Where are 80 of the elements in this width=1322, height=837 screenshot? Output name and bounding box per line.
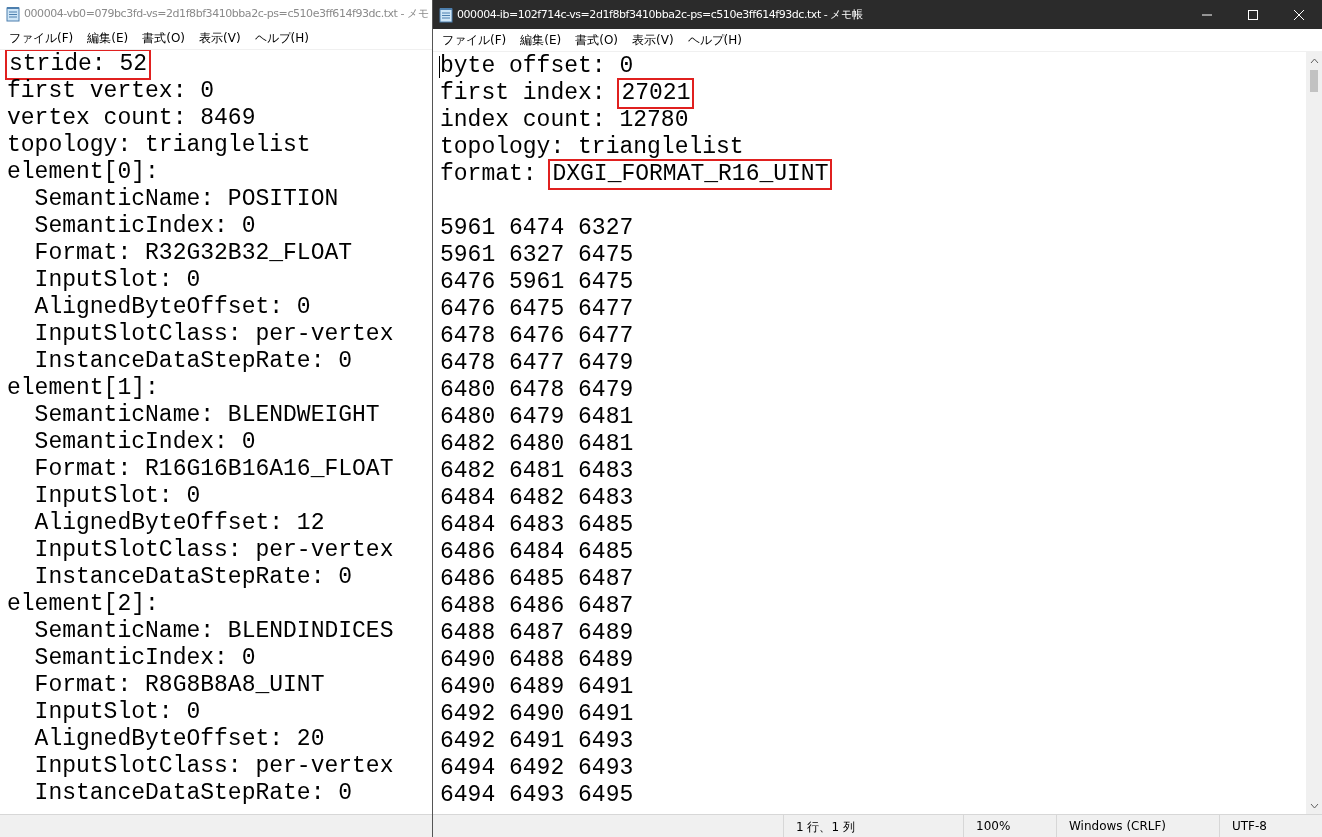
text-line: topology: trianglelist xyxy=(440,134,744,161)
text-line: AlignedByteOffset: 12 xyxy=(33,510,325,537)
text-line: element[1]: xyxy=(7,375,159,402)
text-line: 6484 6482 6483 xyxy=(440,485,634,512)
menu-item[interactable]: ヘルプ(H) xyxy=(247,27,316,49)
highlighted-text: 27021 xyxy=(619,80,693,107)
menu-item[interactable]: ファイル(F) xyxy=(435,29,514,51)
text-line: 5961 6327 6475 xyxy=(440,242,634,269)
highlighted-text: DXGI_FORMAT_R16_UINT xyxy=(550,161,831,188)
text-line: index count: 12780 xyxy=(440,107,689,134)
status-text: 1 行、1 列 xyxy=(783,815,963,837)
text-line: InputSlotClass: per-vertex xyxy=(33,321,394,348)
text-line: Format: R32G32B32_FLOAT xyxy=(33,240,353,267)
text-line: SemanticIndex: 0 xyxy=(33,645,256,672)
menu-item[interactable]: 書式(O) xyxy=(568,29,626,51)
text-line: 6476 6475 6477 xyxy=(440,296,634,323)
text-line: AlignedByteOffset: 20 xyxy=(33,726,325,753)
text-line: 6482 6481 6483 xyxy=(440,458,634,485)
text-line: 6488 6486 6487 xyxy=(440,593,634,620)
text-line: 6488 6487 6489 xyxy=(440,620,634,647)
notepad-icon xyxy=(439,6,453,23)
text-line: element[0]: xyxy=(7,159,159,186)
text-line: InputSlot: 0 xyxy=(33,267,201,294)
menu-item[interactable]: 書式(O) xyxy=(135,27,193,49)
text-line: topology: trianglelist xyxy=(7,132,311,159)
menu-item[interactable]: ファイル(F) xyxy=(2,27,81,49)
text-line: first vertex: 0 xyxy=(7,78,215,105)
menu-item[interactable]: 表示(V) xyxy=(192,27,248,49)
text-line: SemanticIndex: 0 xyxy=(33,213,256,240)
highlighted-text: stride: 52 xyxy=(7,51,150,78)
close-icon[interactable] xyxy=(1293,8,1305,21)
text-line: Format: R8G8B8A8_UINT xyxy=(33,672,325,699)
text-line: InputSlotClass: per-vertex xyxy=(33,537,394,564)
scrollbar[interactable] xyxy=(1306,52,1322,814)
text-line: 5961 6474 6327 xyxy=(440,215,634,242)
scroll-thumb[interactable] xyxy=(1310,70,1318,92)
text-line: 6478 6477 6479 xyxy=(440,350,634,377)
text-line: 6492 6491 6493 xyxy=(440,728,634,755)
text-line: SemanticIndex: 0 xyxy=(33,429,256,456)
text-line: 6480 6478 6479 xyxy=(440,377,634,404)
menu-item[interactable]: 編集(E) xyxy=(513,29,569,51)
text-line: vertex count: 8469 xyxy=(7,105,256,132)
text-line: InputSlot: 0 xyxy=(33,699,201,726)
status-text: UTF-8 xyxy=(1219,815,1322,837)
notepad-icon xyxy=(6,5,20,22)
menu-item[interactable]: ヘルプ(H) xyxy=(680,29,749,51)
text-line: byte offset: 0 xyxy=(440,53,634,80)
text-line: InstanceDataStepRate: 0 xyxy=(33,348,353,375)
window-title: 000004-vb0=079bc3fd-vs=2d1f8bf3410bba2c-ps=c510e3ff614f93dc.txt - メモ xyxy=(24,6,429,21)
text-line: InstanceDataStepRate: 0 xyxy=(33,780,353,807)
text-line: 6494 6492 6493 xyxy=(440,755,634,782)
maximize-icon[interactable] xyxy=(1247,8,1259,21)
text-line: SemanticName: POSITION xyxy=(33,186,339,213)
text-line: InstanceDataStepRate: 0 xyxy=(33,564,353,591)
text-line: 6490 6488 6489 xyxy=(440,647,634,674)
text-line: 6480 6479 6481 xyxy=(440,404,634,431)
text-line: element[2]: xyxy=(7,591,159,618)
text-line: first index: xyxy=(440,80,607,107)
text-line: InputSlotClass: per-vertex xyxy=(33,753,394,780)
text-line: AlignedByteOffset: 0 xyxy=(33,294,311,321)
text-line: format: xyxy=(440,161,538,188)
text-line: 6478 6476 6477 xyxy=(440,323,634,350)
status-text: Windows (CRLF) xyxy=(1056,815,1219,837)
text-line: 6494 6493 6495 xyxy=(440,782,634,809)
text-line: SemanticName: BLENDINDICES xyxy=(33,618,394,645)
text-cursor xyxy=(439,56,440,78)
text-line: Format: R16G16B16A16_FLOAT xyxy=(33,456,394,483)
status-text: 100% xyxy=(963,815,1056,837)
menu-item[interactable]: 編集(E) xyxy=(80,27,136,49)
text-line: SemanticName: BLENDWEIGHT xyxy=(33,402,380,429)
text-line: 6490 6489 6491 xyxy=(440,674,634,701)
window-title: 000004-ib=102f714c-vs=2d1f8bf3410bba2c-ps=c510e3ff614f93dc.txt - メモ帳 xyxy=(457,7,863,22)
menu-item[interactable]: 表示(V) xyxy=(625,29,681,51)
text-line: InputSlot: 0 xyxy=(33,483,201,510)
text-line: 6486 6485 6487 xyxy=(440,566,634,593)
text-line: 6484 6483 6485 xyxy=(440,512,634,539)
text-line: 6482 6480 6481 xyxy=(440,431,634,458)
text-line: 6486 6484 6485 xyxy=(440,539,634,566)
text-line: 6476 5961 6475 xyxy=(440,269,634,296)
text-line: 6492 6490 6491 xyxy=(440,701,634,728)
